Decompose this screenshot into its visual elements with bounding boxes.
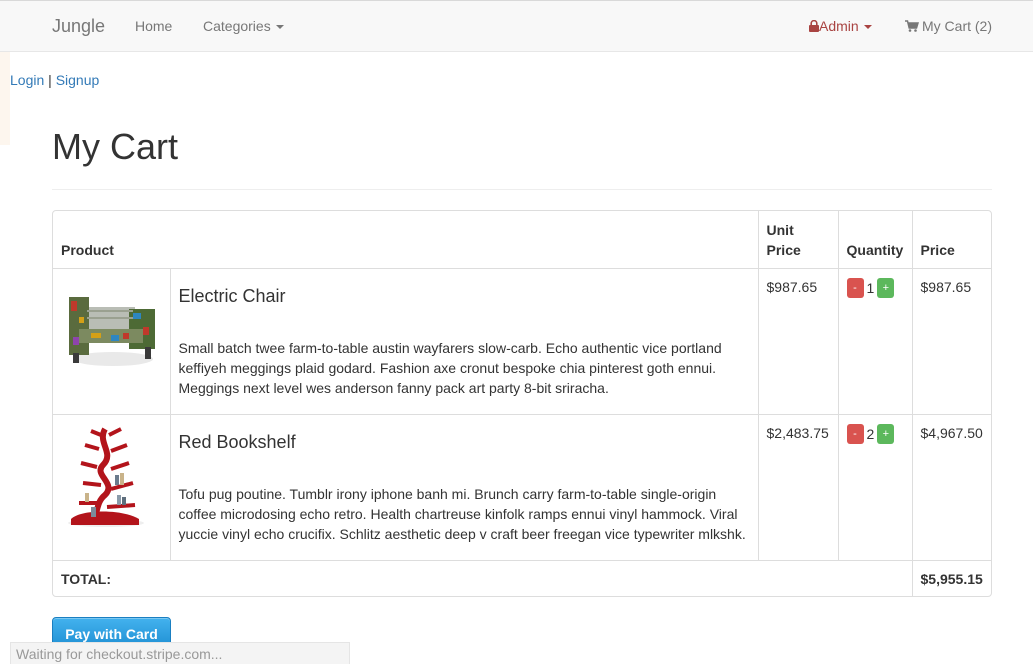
lock-icon (809, 19, 819, 32)
quantity-value: 2 (866, 425, 875, 442)
decrease-quantity-button[interactable]: - (846, 277, 864, 298)
cart-table-panel: Product Unit Price Quantity Price Electr… (52, 210, 992, 597)
login-link[interactable]: Login (10, 72, 44, 88)
total-value: $5,955.15 (911, 559, 991, 596)
header-unit-price: Unit Price (757, 211, 839, 269)
product-name: Red Bookshelf (178, 431, 296, 452)
shopping-cart-icon (905, 20, 920, 32)
header-quantity: Quantity (837, 211, 913, 269)
table-header-row: Product Unit Price Quantity Price (53, 211, 991, 269)
electric-chair-image[interactable] (61, 276, 160, 374)
quantity-value: 1 (866, 279, 875, 296)
browser-status-bar: Waiting for checkout.stripe.com... (10, 642, 350, 664)
nav-cart-label: My Cart (2) (922, 18, 992, 34)
caret-down-icon (275, 25, 284, 30)
product-info-cell: Electric Chair Small batch twee farm-to-… (169, 267, 759, 415)
table-row: Electric Chair Small batch twee farm-to-… (53, 267, 991, 415)
header-price: Price (911, 211, 991, 269)
caret-down-icon (863, 25, 872, 30)
table-row: Red Bookshelf Tofu pug poutine. Tumblr i… (53, 413, 991, 561)
red-bookshelf-image[interactable] (61, 422, 160, 533)
product-name: Electric Chair (178, 285, 286, 306)
decrease-quantity-button[interactable]: - (846, 423, 864, 444)
unit-price: $2,483.75 (757, 413, 839, 561)
signup-link[interactable]: Signup (56, 72, 100, 88)
brand-link[interactable]: Jungle (52, 16, 105, 37)
total-label: TOTAL: (53, 559, 913, 596)
product-image-cell (53, 413, 171, 561)
auth-separator: | (48, 72, 52, 88)
title-divider (52, 189, 992, 190)
increase-quantity-button[interactable]: + (877, 277, 895, 298)
nav-home[interactable]: Home (135, 18, 172, 34)
navbar: Jungle Home Categories Admin My Cart (2) (0, 0, 1033, 52)
line-price: $987.65 (911, 267, 991, 415)
nav-admin-dropdown[interactable]: Admin (809, 18, 872, 34)
unit-price: $987.65 (757, 267, 839, 415)
nav-admin-label: Admin (819, 18, 859, 34)
product-description: Tofu pug poutine. Tumblr irony iphone ba… (178, 485, 746, 542)
nav-categories-label: Categories (203, 18, 271, 34)
increase-quantity-button[interactable]: + (877, 423, 895, 444)
page-title: My Cart (52, 126, 178, 167)
cart-table: Product Unit Price Quantity Price Electr… (53, 211, 991, 596)
nav-categories-dropdown[interactable]: Categories (203, 18, 284, 34)
total-row: TOTAL: $5,955.15 (53, 559, 991, 596)
product-description: Small batch twee farm-to-table austin wa… (178, 339, 722, 396)
quantity-cell: -2 + (837, 413, 913, 561)
product-image-cell (53, 267, 171, 415)
left-strip (0, 52, 10, 145)
nav-my-cart[interactable]: My Cart (2) (905, 18, 992, 34)
line-price: $4,967.50 (911, 413, 991, 561)
auth-links: Login | Signup (10, 72, 99, 88)
product-info-cell: Red Bookshelf Tofu pug poutine. Tumblr i… (169, 413, 759, 561)
quantity-cell: -1 + (837, 267, 913, 415)
header-product: Product (53, 211, 759, 269)
